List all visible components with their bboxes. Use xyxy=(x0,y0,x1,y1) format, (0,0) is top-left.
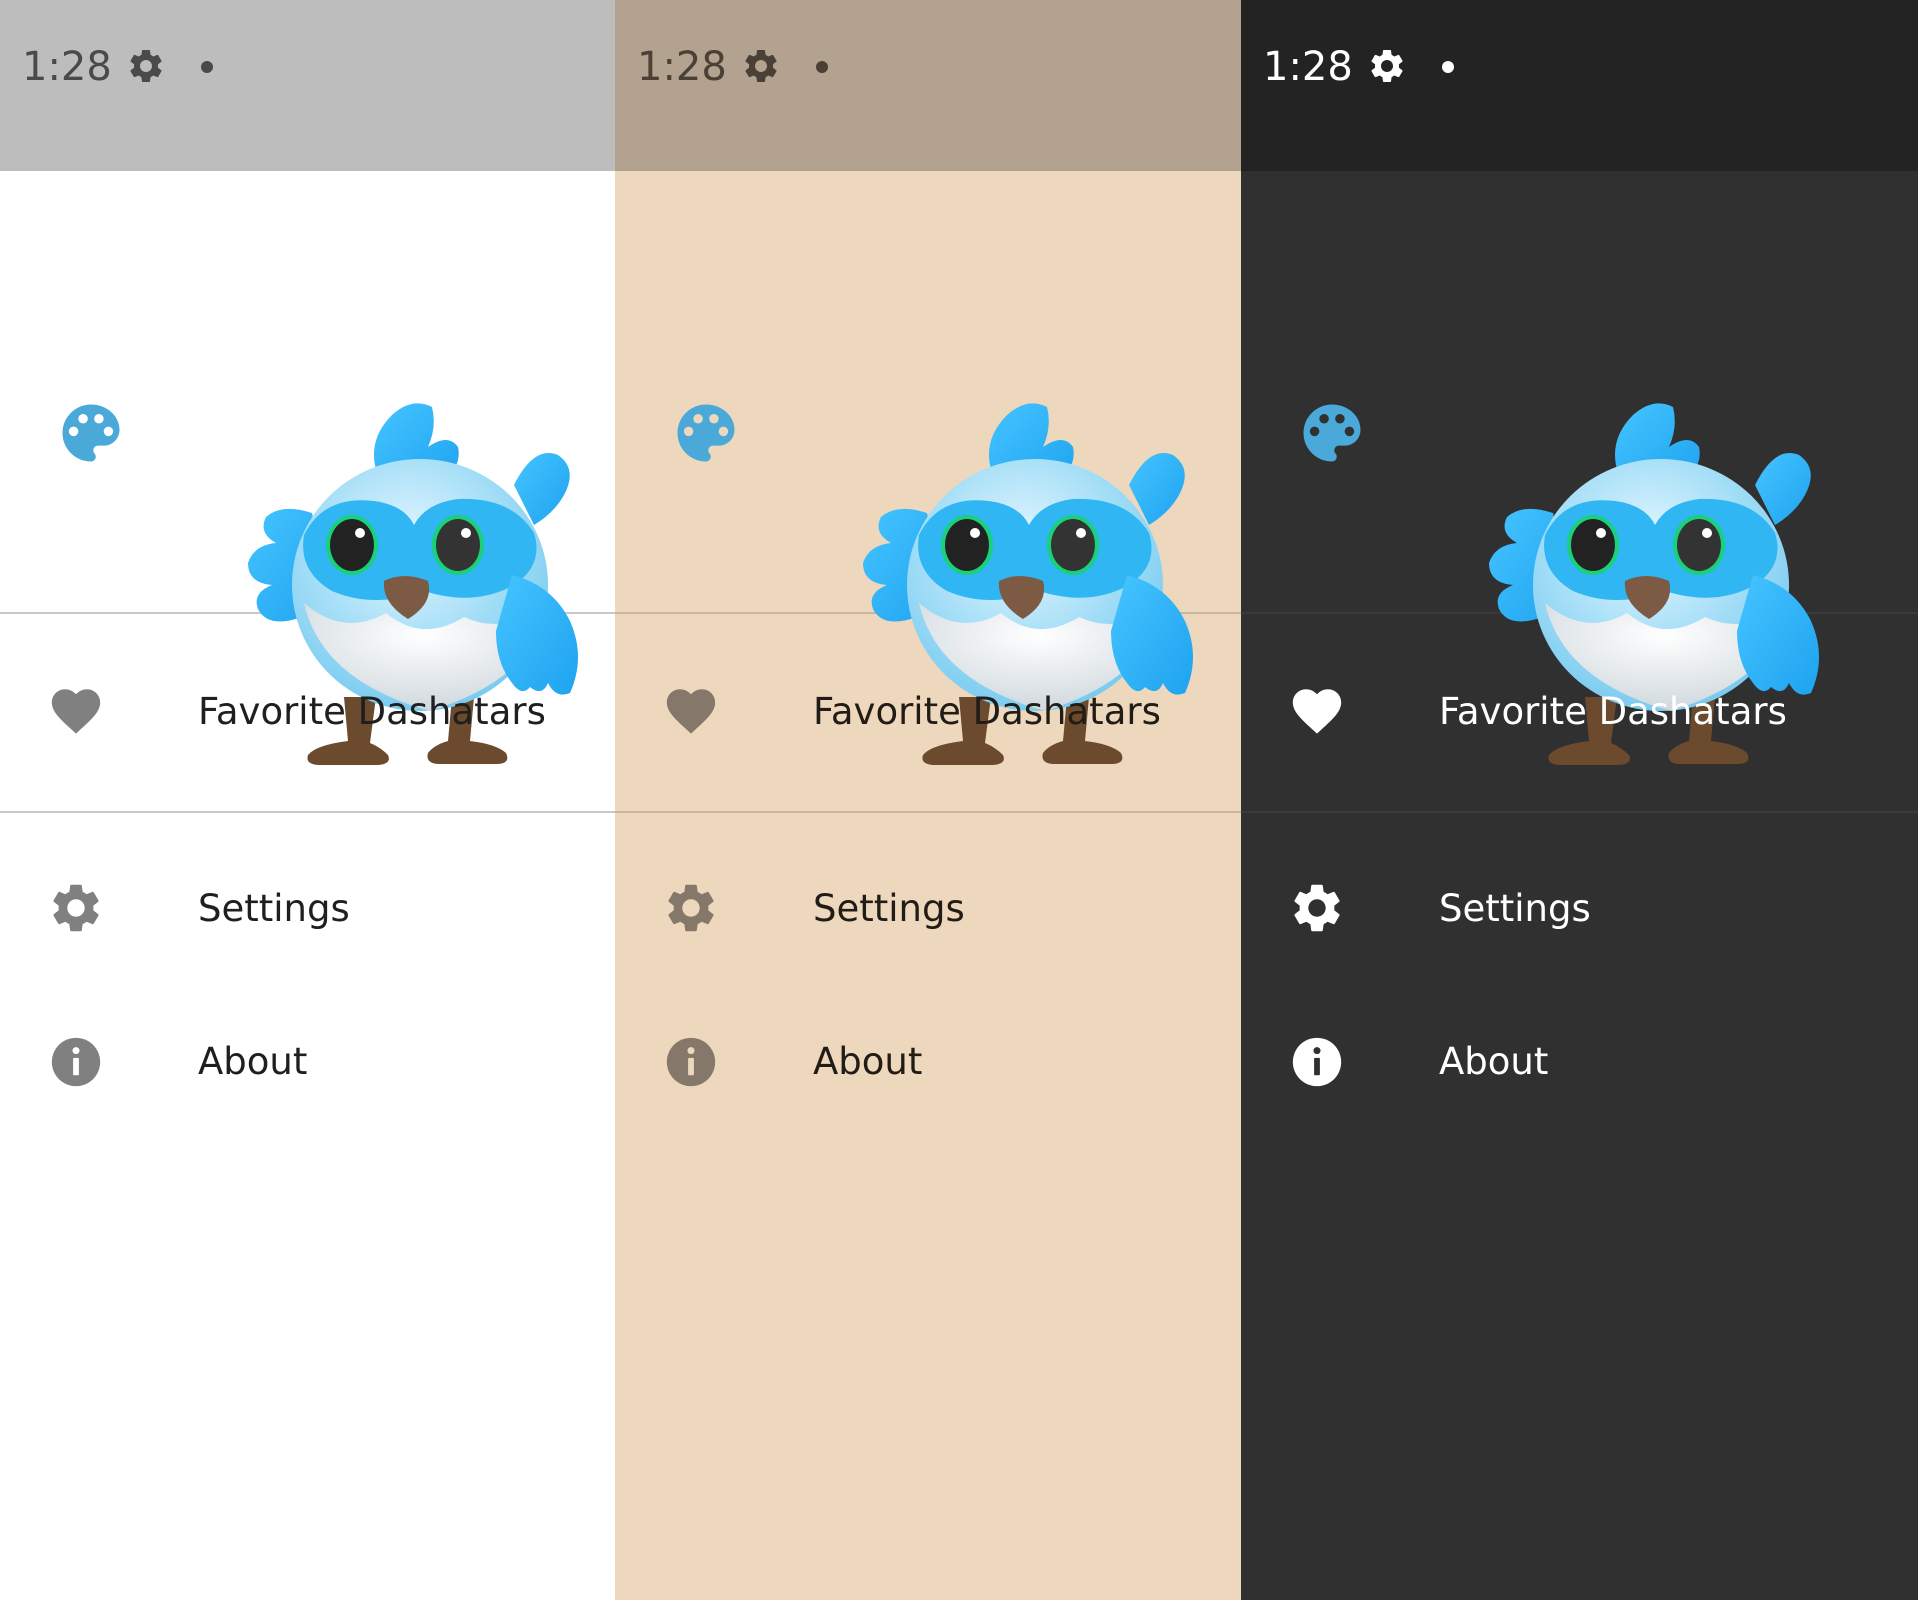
heart-icon xyxy=(1288,682,1346,740)
screen-dark-theme: 1:28 Favorite Dashatars Settings About xyxy=(1241,0,1918,1600)
status-time: 1:28 xyxy=(22,44,112,90)
status-bar: 1:28 xyxy=(0,0,615,171)
menu-item-settings[interactable]: Settings xyxy=(0,813,615,971)
palette-icon[interactable] xyxy=(1294,395,1370,471)
drawer-header xyxy=(0,171,615,614)
menu-item-favorite-dashatars[interactable]: Favorite Dashatars xyxy=(1241,614,1918,813)
status-time: 1:28 xyxy=(637,44,727,90)
info-icon xyxy=(662,1033,720,1091)
drawer-header xyxy=(1241,171,1918,614)
settings-icon xyxy=(1288,879,1346,937)
menu-item-about[interactable]: About xyxy=(615,971,1241,1121)
menu-item-favorite-dashatars[interactable]: Favorite Dashatars xyxy=(0,614,615,813)
gear-icon xyxy=(741,46,781,86)
menu-item-label: About xyxy=(1439,1040,1549,1083)
screen-light-theme: 1:28 Favorite Dashatars Settings About xyxy=(0,0,615,1600)
menu-item-settings[interactable]: Settings xyxy=(615,813,1241,971)
drawer-header xyxy=(615,171,1241,614)
menu-item-label: Favorite Dashatars xyxy=(198,690,546,733)
notification-dot-icon xyxy=(201,61,213,73)
status-time: 1:28 xyxy=(1263,44,1353,90)
settings-icon xyxy=(47,879,105,937)
menu-item-label: Settings xyxy=(813,887,965,930)
menu-item-label: Settings xyxy=(198,887,350,930)
notification-dot-icon xyxy=(1442,61,1454,73)
palette-icon[interactable] xyxy=(668,395,744,471)
info-icon xyxy=(47,1033,105,1091)
menu-item-label: About xyxy=(813,1040,923,1083)
info-icon xyxy=(1288,1033,1346,1091)
menu-item-label: Settings xyxy=(1439,887,1591,930)
gear-icon xyxy=(1367,46,1407,86)
notification-dot-icon xyxy=(816,61,828,73)
heart-icon xyxy=(47,682,105,740)
menu-item-about[interactable]: About xyxy=(0,971,615,1121)
settings-icon xyxy=(662,879,720,937)
palette-icon[interactable] xyxy=(53,395,129,471)
screen-sepia-theme: 1:28 Favorite Dashatars Settings About xyxy=(615,0,1241,1600)
menu-item-label: Favorite Dashatars xyxy=(1439,690,1787,733)
menu-item-favorite-dashatars[interactable]: Favorite Dashatars xyxy=(615,614,1241,813)
gear-icon xyxy=(126,46,166,86)
menu-item-label: Favorite Dashatars xyxy=(813,690,1161,733)
status-bar: 1:28 xyxy=(1241,0,1918,171)
status-bar: 1:28 xyxy=(615,0,1241,171)
screens-container: 1:28 Favorite Dashatars Settings About 1… xyxy=(0,0,1918,1600)
menu-item-settings[interactable]: Settings xyxy=(1241,813,1918,971)
menu-item-label: About xyxy=(198,1040,308,1083)
heart-icon xyxy=(662,682,720,740)
menu-item-about[interactable]: About xyxy=(1241,971,1918,1121)
